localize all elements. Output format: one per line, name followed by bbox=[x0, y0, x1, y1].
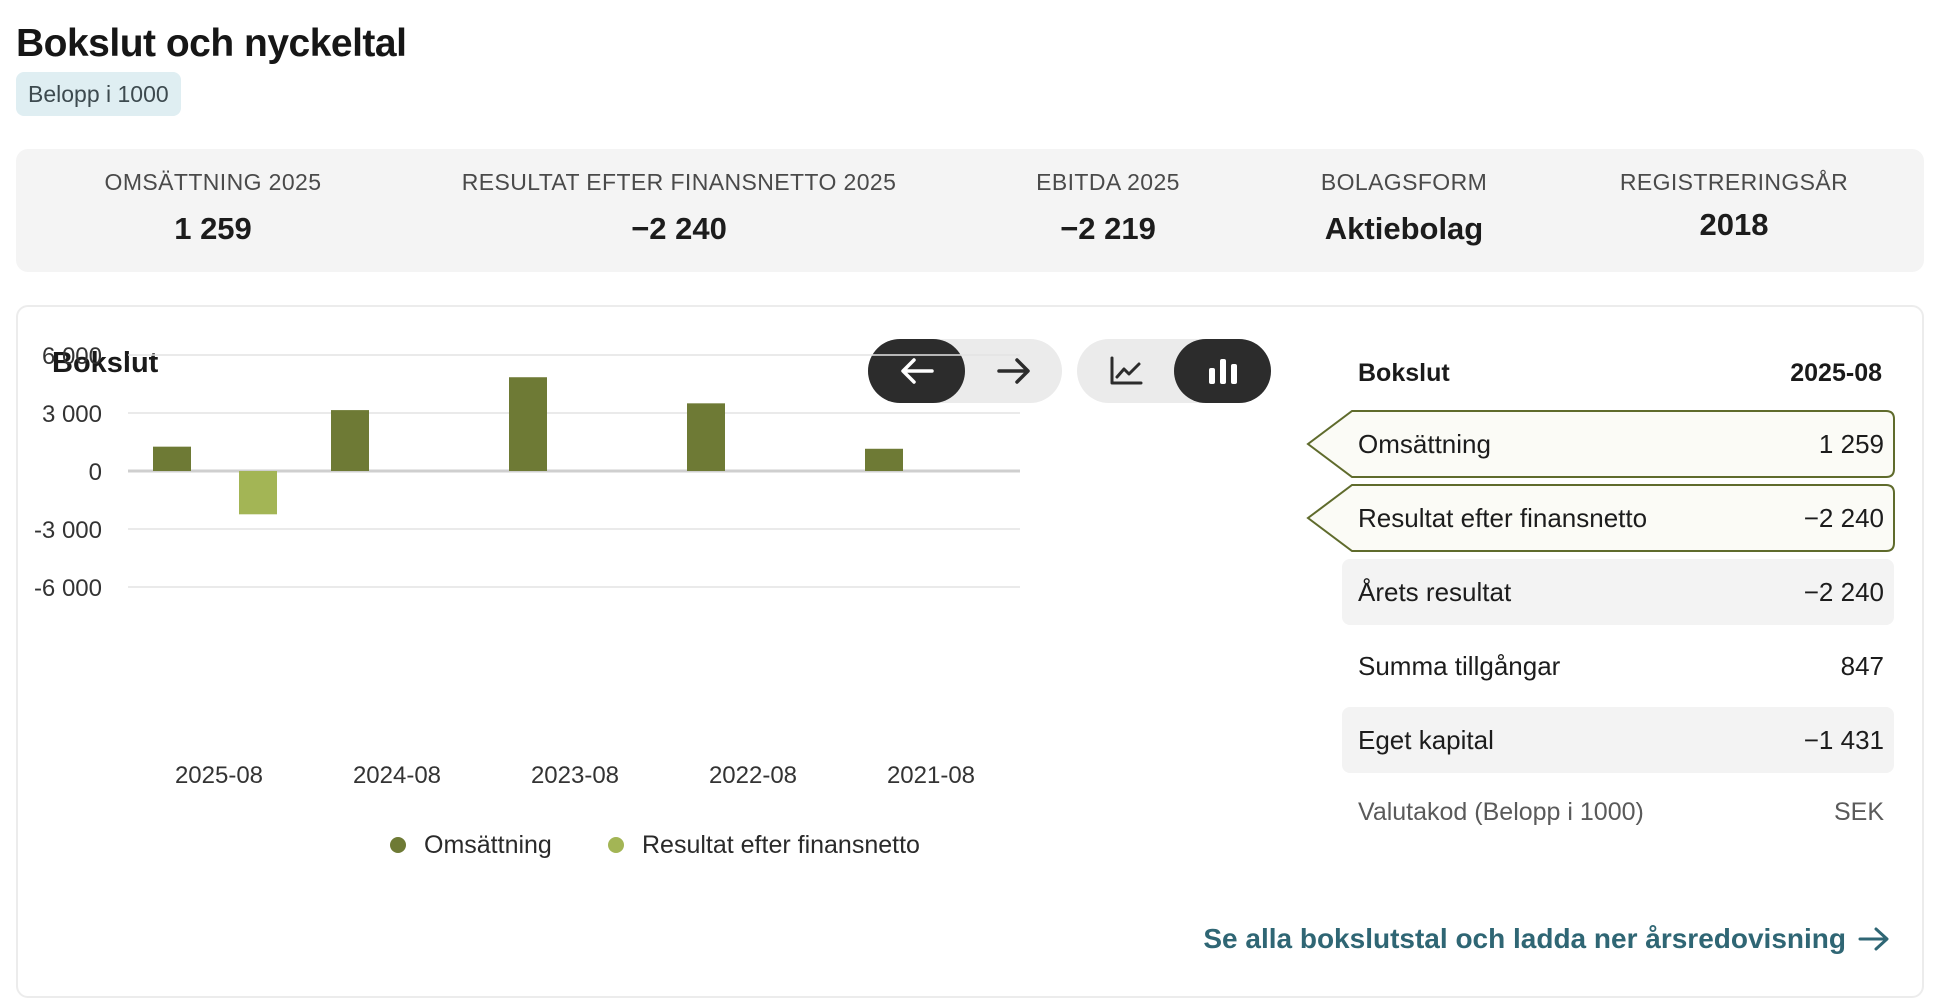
bar bbox=[865, 448, 903, 471]
bar bbox=[239, 471, 277, 515]
metric-value: −2 240 bbox=[1803, 577, 1884, 607]
metric-row-eget-kapital[interactable]: Eget kapital −1 431 bbox=[1342, 707, 1894, 773]
unit-badge: Belopp i 1000 bbox=[16, 72, 181, 116]
kpi-label: OMSÄTTNING 2025 bbox=[104, 169, 322, 195]
kpi-label: BOLAGSFORM bbox=[1320, 169, 1488, 195]
currency-label: Valutakod (Belopp i 1000) bbox=[1358, 798, 1644, 826]
kpi-label: REGISTRERINGSÅR bbox=[1619, 169, 1849, 195]
kpi-value: −2 219 bbox=[1060, 211, 1156, 246]
currency-row: Valutakod (Belopp i 1000) SEK bbox=[1342, 787, 1894, 837]
y-tick-label: 6 000 bbox=[42, 343, 102, 370]
bokslut-bar-chart: 6 000 3 000 0 -3 000 -6 000 2025-08 2024-08 202… bbox=[34, 343, 1020, 789]
bokslut-card: Bokslut 6 000 3 000 0 -3 000 -6 000 2025… bbox=[16, 305, 1924, 998]
metric-row-resultat[interactable]: Resultat efter finansnetto −2 240 bbox=[1306, 484, 1895, 552]
currency-value: SEK bbox=[1833, 798, 1884, 826]
all-financials-link-text: Se alla bokslutstal och ladda ner årsred… bbox=[1203, 923, 1846, 954]
legend-dot bbox=[390, 837, 406, 853]
x-tick-label: 2022-08 bbox=[709, 762, 797, 789]
metric-value: 1 259 bbox=[1818, 429, 1884, 459]
metric-value: −2 240 bbox=[1803, 503, 1884, 533]
y-tick-label: 0 bbox=[89, 459, 102, 486]
legend-label: Omsättning bbox=[424, 830, 552, 859]
page-title: Bokslut och nyckeltal bbox=[16, 22, 407, 65]
metric-label: Eget kapital bbox=[1358, 725, 1494, 755]
x-tick-label: 2021-08 bbox=[887, 762, 975, 789]
metric-label: Årets resultat bbox=[1358, 577, 1512, 607]
metric-row-arets-resultat[interactable]: Årets resultat −2 240 bbox=[1342, 559, 1894, 625]
kpi-bar: OMSÄTTNING 2025 1 259 RESULTAT EFTER FIN… bbox=[16, 149, 1924, 272]
legend-dot bbox=[608, 837, 624, 853]
detail-title: Bokslut bbox=[1358, 359, 1450, 387]
metric-value: 847 bbox=[1840, 651, 1884, 681]
bar bbox=[331, 410, 369, 471]
x-tick-label: 2025-08 bbox=[175, 762, 263, 789]
y-tick-label: -3 000 bbox=[34, 517, 102, 544]
kpi-value: Aktiebolag bbox=[1324, 211, 1484, 246]
kpi-value: 1 259 bbox=[174, 211, 252, 246]
x-tick-label: 2023-08 bbox=[531, 762, 619, 789]
metric-label: Omsättning bbox=[1358, 429, 1491, 459]
bar bbox=[509, 377, 547, 471]
metric-label: Summa tillgångar bbox=[1358, 651, 1561, 681]
kpi-label: RESULTAT EFTER FINANSNETTO 2025 bbox=[461, 169, 897, 195]
kpi-value: 2018 bbox=[1699, 207, 1769, 242]
bar bbox=[153, 446, 191, 471]
legend-item-omsattning: Omsättning bbox=[390, 827, 552, 863]
kpi-label: EBITDA 2025 bbox=[1036, 169, 1180, 195]
metric-value: −1 431 bbox=[1803, 725, 1884, 755]
x-tick-label: 2024-08 bbox=[353, 762, 441, 789]
metric-label: Resultat efter finansnetto bbox=[1358, 503, 1648, 533]
metric-row-summa-tillgangar[interactable]: Summa tillgångar 847 bbox=[1342, 633, 1894, 699]
kpi-value: −2 240 bbox=[631, 211, 727, 246]
all-financials-link[interactable]: Se alla bokslutstal och ladda ner årsred… bbox=[1203, 923, 1890, 955]
metric-row-omsattning[interactable]: Omsättning 1 259 bbox=[1306, 410, 1895, 478]
detail-period: 2025-08 bbox=[1790, 359, 1882, 387]
y-tick-label: 3 000 bbox=[42, 401, 102, 428]
legend-label: Resultat efter finansnetto bbox=[642, 830, 920, 859]
arrow-right-icon bbox=[1858, 927, 1889, 951]
bar bbox=[687, 403, 725, 471]
legend-item-resultat: Resultat efter finansnetto bbox=[608, 827, 920, 863]
y-tick-label: -6 000 bbox=[34, 575, 102, 602]
